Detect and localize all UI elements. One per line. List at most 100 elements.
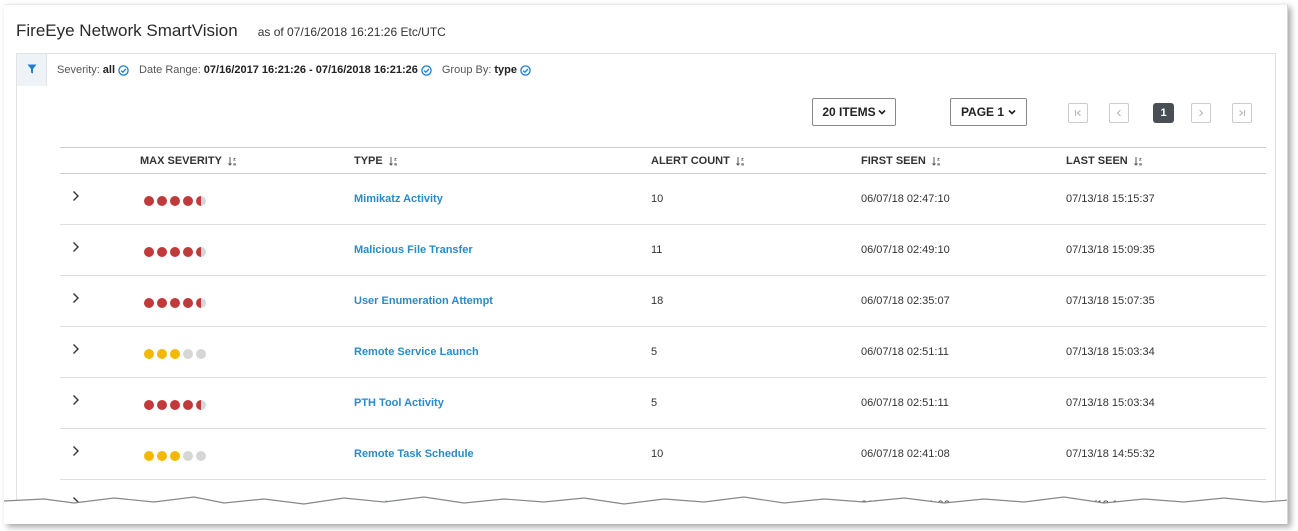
severity-indicator [144,400,209,410]
alert-type-link[interactable]: Malicious File Transfer [354,244,473,256]
severity-indicator [144,298,209,308]
column-header-alert-count[interactable]: ALERT COUNT za [651,155,746,167]
next-page-button[interactable] [1191,103,1211,123]
alert-count: 5 [651,346,658,358]
alert-count: 11 [651,244,663,256]
expand-row-chevron-icon[interactable] [72,393,80,411]
current-page-indicator[interactable]: 1 [1153,103,1174,123]
page-dropdown-label: PAGE 1 [960,105,1005,119]
last-seen: 07/13/18 15:15:37 [1066,193,1155,205]
severity-indicator [144,247,209,257]
alert-type-link[interactable]: Remote Task Schedule [354,448,474,460]
expand-row-chevron-icon[interactable] [72,240,80,258]
severity-filter-value: all [102,64,116,76]
expand-row-chevron-icon[interactable] [72,444,80,462]
column-label: LAST SEEN [1066,155,1128,167]
severity-dot [144,400,154,410]
alert-type-link[interactable]: User Enumeration Attempt [354,295,493,307]
first-seen: 06/07/18 02:47:10 [861,193,950,205]
severity-dot [196,298,206,308]
table-body: Mimikatz Activity 10 06/07/18 02:47:10 07/1… [60,174,1266,524]
chevron-down-icon [1008,109,1016,115]
sort-icon: za [1133,156,1144,167]
severity-dot [196,349,206,359]
table-row[interactable]: User Enumeration Attempt 18 06/07/18 02:35… [60,276,1266,327]
first-page-button[interactable] [1068,103,1088,123]
sort-icon: za [735,156,746,167]
date-range-value: 07/16/2017 16:21:26 - 07/16/2018 16:21:2… [203,64,418,76]
group-by-filter[interactable]: Group By: type [442,64,531,76]
first-seen: 06/07/18 02:41:08 [861,448,950,460]
severity-dot [196,196,206,206]
app-window: FireEye Network SmartVision as of 07/16/… [4,4,1288,524]
severity-filter-label: Severity: [57,64,100,76]
chevron-down-icon [878,109,886,115]
column-header-max-severity[interactable]: MAX SEVERITY za [140,155,238,167]
column-header-type[interactable]: TYPE za [354,155,399,167]
column-label: ALERT COUNT [651,155,730,167]
expand-row-chevron-icon[interactable] [72,189,80,207]
severity-dot [144,247,154,257]
svg-text:a: a [394,163,397,167]
alert-type-link[interactable]: Mimikatz Activity [354,193,443,205]
alert-count: 10 [651,448,664,460]
alert-type-link[interactable]: PTH Tool Activity [354,397,444,409]
severity-dot [183,298,193,308]
svg-text:a: a [1139,163,1142,167]
svg-text:a: a [741,163,744,167]
severity-dot [157,451,167,461]
severity-dot [170,451,180,461]
filter-toggle-button[interactable] [17,54,47,86]
last-seen: 07/13/18 14:55:32 [1066,448,1155,460]
check-circle-icon [520,64,531,76]
severity-dot [157,298,167,308]
items-per-page-dropdown[interactable]: 20 ITEMS [812,98,896,126]
expand-row-chevron-icon[interactable] [72,342,80,360]
severity-dot [144,298,154,308]
severity-indicator [144,349,209,359]
severity-dot [144,196,154,206]
expand-row-chevron-icon[interactable] [72,291,80,309]
severity-dot [157,349,167,359]
last-seen: 07/13/18 15:07:35 [1066,295,1155,307]
severity-dot [170,298,180,308]
alert-type-link[interactable]: Remote Service Launch [354,346,479,358]
previous-page-button[interactable] [1109,103,1129,123]
severity-dot [183,247,193,257]
chevron-left-icon [1115,109,1123,117]
table-row[interactable]: Malicious File Transfer 11 06/07/18 02:49:… [60,225,1266,276]
first-page-icon [1074,109,1082,117]
sort-icon: za [228,156,238,166]
severity-dot [183,400,193,410]
last-page-button[interactable] [1232,103,1252,123]
severity-indicator [144,451,209,461]
severity-dot [170,400,180,410]
severity-indicator [144,196,209,206]
severity-dot [196,400,206,410]
table-row[interactable]: Remote Service Launch 5 06/07/18 02:51:11 0… [60,327,1266,378]
svg-text:a: a [937,163,940,167]
table-row[interactable]: Remote Task Schedule 10 06/07/18 02:41:08 0… [60,429,1266,480]
header: FireEye Network SmartVision as of 07/16/… [16,21,446,41]
severity-filter[interactable]: Severity: all [57,64,129,76]
first-seen: 06/07/18 02:51:11 [861,397,949,409]
severity-dot [196,451,206,461]
severity-dot [183,196,193,206]
table-row[interactable]: PTH Tool Activity 5 06/07/18 02:51:11 07/13… [60,378,1266,429]
column-header-first-seen[interactable]: FIRST SEEN za [861,155,942,167]
alert-count: 10 [651,193,664,205]
alert-count: 5 [651,397,658,409]
filter-bar: Severity: all Date Range: 07/16/2017 16:… [17,54,1275,86]
severity-dot [170,349,180,359]
page-dropdown[interactable]: PAGE 1 [950,98,1027,126]
items-per-page-label: 20 ITEMS [822,105,876,119]
table-row[interactable]: Mimikatz Activity 10 06/07/18 02:47:10 07/1… [60,174,1266,225]
date-range-filter[interactable]: Date Range: 07/16/2017 16:21:26 - 07/16/… [139,64,432,76]
severity-dot [144,451,154,461]
check-circle-icon [421,64,432,76]
filter-icon [27,61,37,79]
column-header-last-seen[interactable]: LAST SEEN za [1066,155,1144,167]
column-label: TYPE [354,155,383,167]
severity-dot [157,400,167,410]
severity-dot [157,247,167,257]
